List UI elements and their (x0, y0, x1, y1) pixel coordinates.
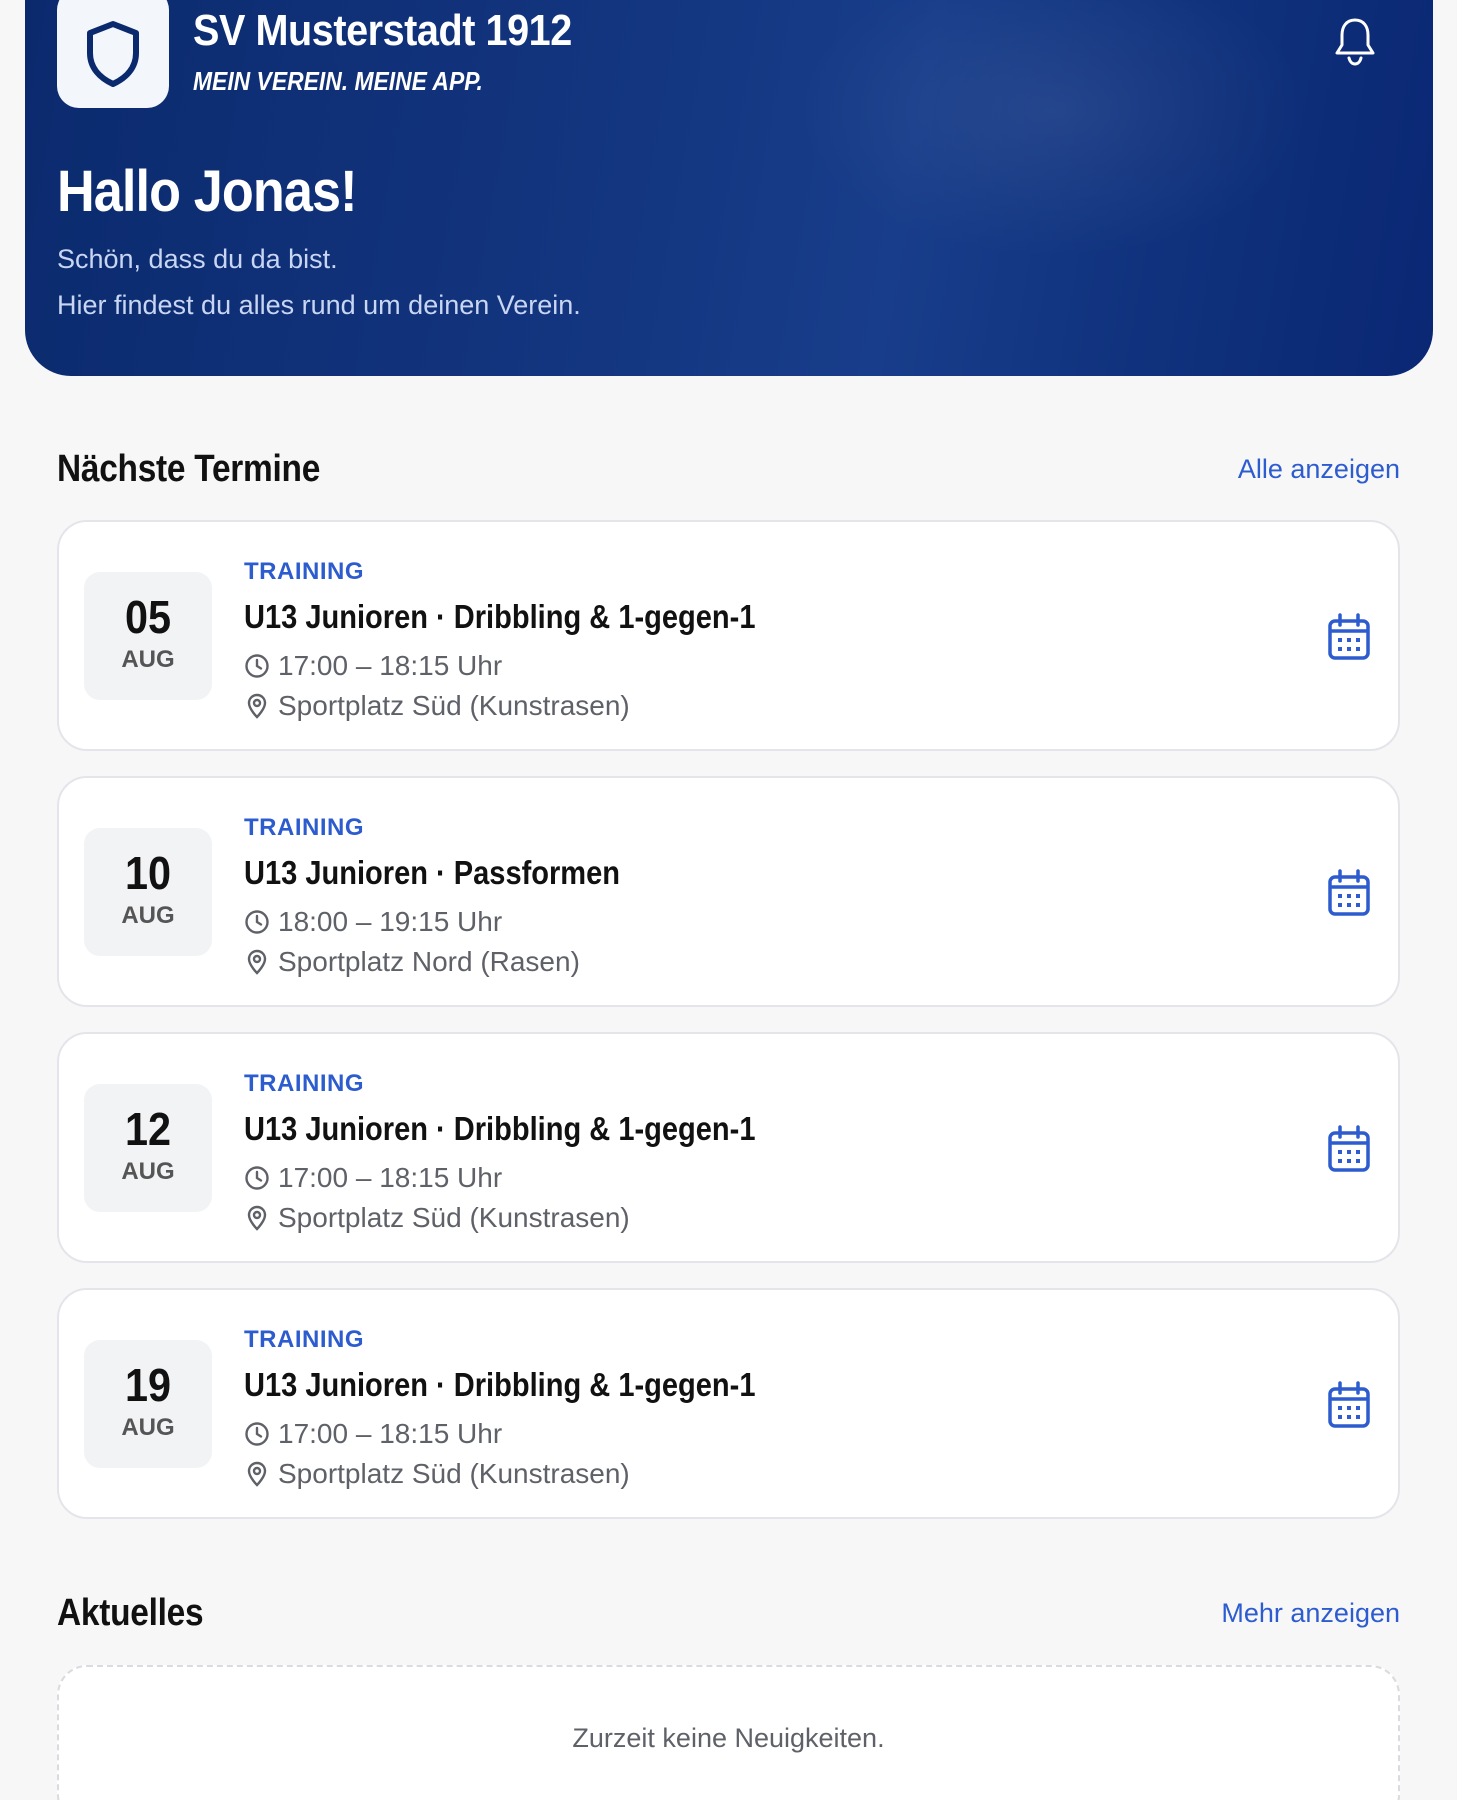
event-title: U13 Junioren · Dribbling & 1-gegen-1 (244, 598, 756, 635)
location-pin-icon (247, 949, 267, 975)
hero-header: SV Musterstadt 1912 MEIN VEREIN. MEINE A… (25, 0, 1433, 376)
events-section-title: Nächste Termine (57, 448, 321, 490)
location-pin-icon (247, 1205, 267, 1231)
event-day: 10 (124, 847, 172, 899)
event-time-text: 17:00 – 18:15 Uhr (278, 1418, 503, 1449)
event-type: TRAINING (244, 558, 364, 585)
event-card[interactable]: 19 AUG TRAINING U13 Junioren · Dribbling… (57, 1288, 1400, 1519)
event-month: AUG (121, 1414, 175, 1441)
welcome-text: Schön, dass du da bist. (57, 244, 338, 274)
club-name: SV Musterstadt 1912 (193, 6, 572, 55)
location-pin-icon (247, 1461, 267, 1487)
event-day: 19 (124, 1359, 172, 1411)
event-place-text: Sportplatz Nord (Rasen) (278, 946, 580, 977)
clock-icon (245, 654, 269, 678)
event-time: 17:00 – 18:15 Uhr (244, 1418, 502, 1450)
news-section-title: Aktuelles (57, 1592, 204, 1634)
shield-icon (87, 21, 139, 87)
event-time: 17:00 – 18:15 Uhr (244, 1162, 502, 1194)
event-time-text: 17:00 – 18:15 Uhr (278, 1162, 503, 1193)
show-more-news-link[interactable]: Mehr anzeigen (1221, 1598, 1400, 1629)
greeting: Hallo Jonas! (57, 159, 357, 224)
event-card[interactable]: 10 AUG TRAINING U13 Junioren · Passforme… (57, 776, 1400, 1007)
club-slogan: MEIN VEREIN. MEINE APP. (193, 66, 483, 96)
add-to-calendar-icon[interactable] (1326, 868, 1372, 918)
event-place: Sportplatz Süd (Kunstrasen) (244, 1202, 630, 1234)
event-date: 12 AUG (84, 1084, 212, 1212)
event-title: U13 Junioren · Dribbling & 1-gegen-1 (244, 1366, 756, 1403)
event-place: Sportplatz Nord (Rasen) (244, 946, 580, 978)
event-date: 10 AUG (84, 828, 212, 956)
event-month: AUG (121, 1158, 175, 1185)
event-title: U13 Junioren · Passformen (244, 854, 621, 891)
welcome-subtext: Hier findest du alles rund um deinen Ver… (57, 290, 581, 320)
news-empty-state: Zurzeit keine Neuigkeiten. (57, 1665, 1400, 1800)
event-place-text: Sportplatz Süd (Kunstrasen) (278, 1202, 630, 1233)
event-month: AUG (121, 902, 175, 929)
event-place-text: Sportplatz Süd (Kunstrasen) (278, 1458, 630, 1489)
event-place-text: Sportplatz Süd (Kunstrasen) (278, 690, 630, 721)
event-card[interactable]: 12 AUG TRAINING U13 Junioren · Dribbling… (57, 1032, 1400, 1263)
show-all-events-link[interactable]: Alle anzeigen (1238, 454, 1400, 485)
event-type: TRAINING (244, 1070, 364, 1097)
add-to-calendar-icon[interactable] (1326, 1124, 1372, 1174)
events-list: 05 AUG TRAINING U13 Junioren · Dribbling… (57, 520, 1400, 1544)
event-place: Sportplatz Süd (Kunstrasen) (244, 690, 630, 722)
club-logo[interactable] (57, 0, 169, 108)
location-pin-icon (247, 693, 267, 719)
event-time: 18:00 – 19:15 Uhr (244, 906, 502, 938)
bell-icon[interactable] (1331, 16, 1379, 66)
home-screen: SV Musterstadt 1912 MEIN VEREIN. MEINE A… (0, 0, 1457, 1800)
add-to-calendar-icon[interactable] (1326, 1380, 1372, 1430)
event-place: Sportplatz Süd (Kunstrasen) (244, 1458, 630, 1490)
event-day: 12 (124, 1103, 172, 1155)
event-time-text: 17:00 – 18:15 Uhr (278, 650, 503, 681)
event-type: TRAINING (244, 1326, 364, 1353)
news-empty-text: Zurzeit keine Neuigkeiten. (572, 1723, 885, 1753)
clock-icon (245, 910, 269, 934)
event-month: AUG (121, 646, 175, 673)
clock-icon (245, 1422, 269, 1446)
event-time-text: 18:00 – 19:15 Uhr (278, 906, 503, 937)
event-card[interactable]: 05 AUG TRAINING U13 Junioren · Dribbling… (57, 520, 1400, 751)
event-time: 17:00 – 18:15 Uhr (244, 650, 502, 682)
event-date: 19 AUG (84, 1340, 212, 1468)
add-to-calendar-icon[interactable] (1326, 612, 1372, 662)
event-date: 05 AUG (84, 572, 212, 700)
event-day: 05 (124, 591, 172, 643)
clock-icon (245, 1166, 269, 1190)
event-type: TRAINING (244, 814, 364, 841)
event-title: U13 Junioren · Dribbling & 1-gegen-1 (244, 1110, 756, 1147)
